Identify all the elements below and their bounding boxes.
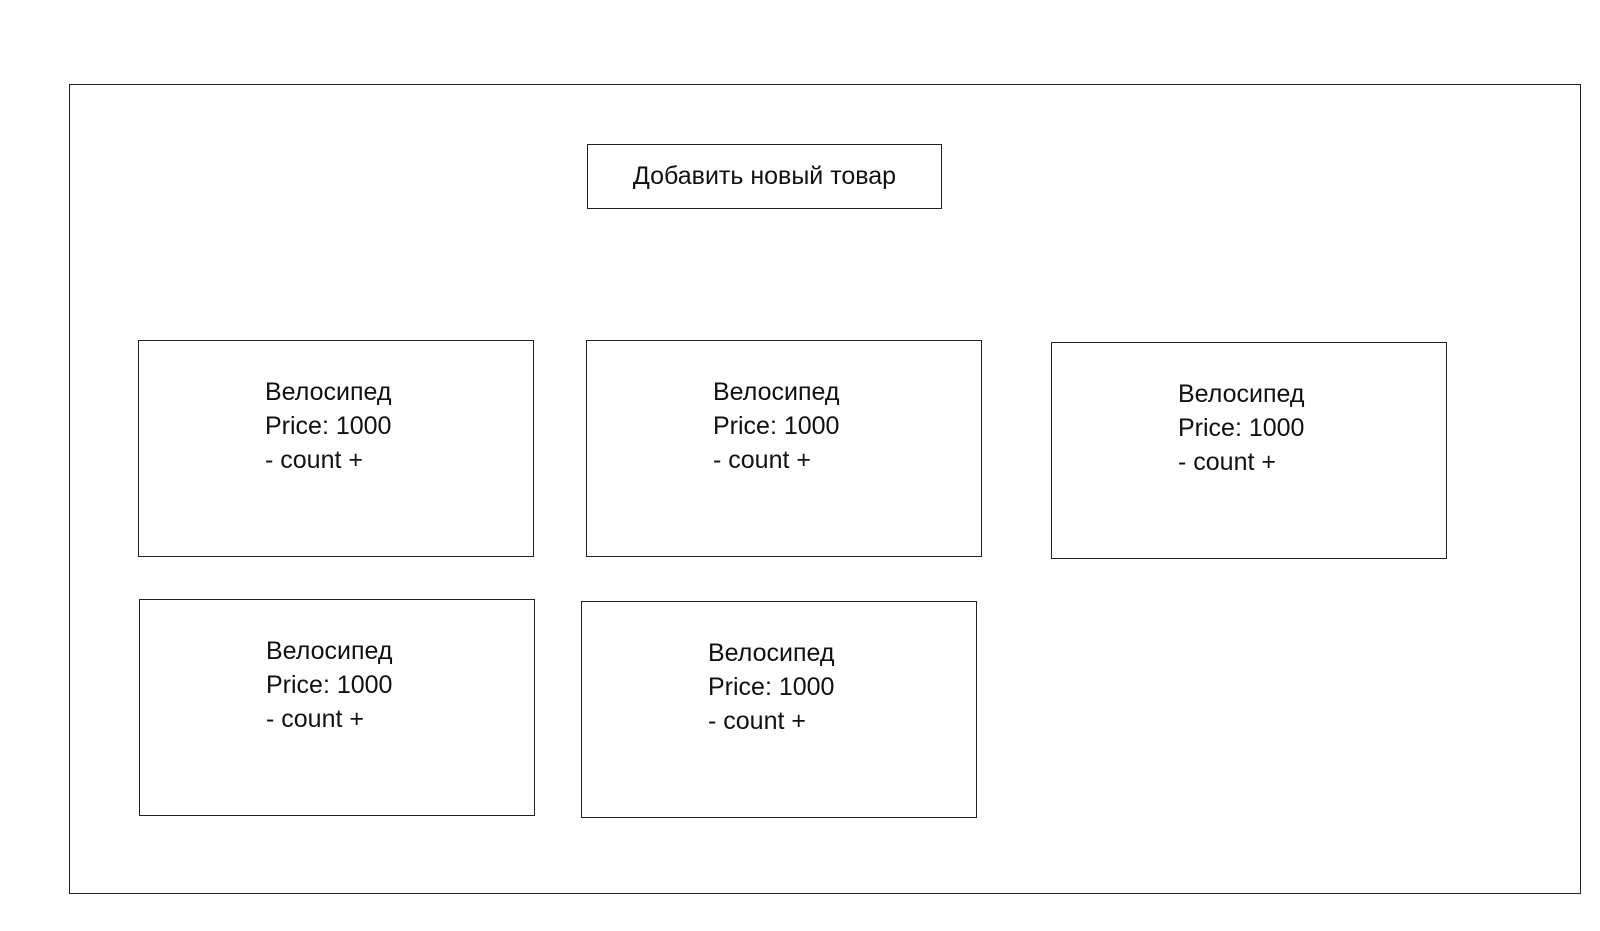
- product-card-content: Велосипед Price: 1000 - count +: [708, 636, 834, 738]
- quantity-counter: - count +: [266, 702, 392, 736]
- count-label: count: [280, 446, 342, 474]
- product-price: Price: 1000: [266, 671, 393, 699]
- decrement-button[interactable]: -: [713, 446, 721, 474]
- product-price: Price: 1000: [713, 412, 840, 440]
- increment-button[interactable]: +: [349, 705, 364, 733]
- quantity-counter: - count +: [708, 704, 834, 738]
- product-price: Price: 1000: [1178, 414, 1305, 442]
- product-price: Price: 1000: [265, 412, 392, 440]
- count-label: count: [728, 446, 790, 474]
- add-product-button[interactable]: Добавить новый товар: [587, 144, 942, 209]
- product-card: Велосипед Price: 1000 - count +: [581, 601, 977, 818]
- decrement-button[interactable]: -: [265, 446, 273, 474]
- quantity-counter: - count +: [1178, 445, 1304, 479]
- product-card: Велосипед Price: 1000 - count +: [1051, 342, 1447, 559]
- increment-button[interactable]: +: [791, 707, 806, 735]
- count-label: count: [281, 705, 343, 733]
- product-card: Велосипед Price: 1000 - count +: [586, 340, 982, 557]
- quantity-counter: - count +: [265, 443, 391, 477]
- increment-button[interactable]: +: [1261, 448, 1276, 476]
- product-card-content: Велосипед Price: 1000 - count +: [265, 375, 391, 477]
- decrement-button[interactable]: -: [708, 707, 716, 735]
- count-label: count: [723, 707, 785, 735]
- quantity-counter: - count +: [713, 443, 839, 477]
- increment-button[interactable]: +: [796, 446, 811, 474]
- product-name: Велосипед: [708, 639, 835, 667]
- decrement-button[interactable]: -: [1178, 448, 1186, 476]
- product-card-content: Велосипед Price: 1000 - count +: [266, 634, 392, 736]
- product-card-content: Велосипед Price: 1000 - count +: [1178, 377, 1304, 479]
- product-card-content: Велосипед Price: 1000 - count +: [713, 375, 839, 477]
- product-name: Велосипед: [266, 637, 393, 665]
- product-name: Велосипед: [713, 378, 840, 406]
- count-label: count: [1193, 448, 1255, 476]
- product-card: Велосипед Price: 1000 - count +: [138, 340, 534, 557]
- product-name: Велосипед: [1178, 380, 1305, 408]
- product-name: Велосипед: [265, 378, 392, 406]
- decrement-button[interactable]: -: [266, 705, 274, 733]
- product-card: Велосипед Price: 1000 - count +: [139, 599, 535, 816]
- product-price: Price: 1000: [708, 673, 835, 701]
- increment-button[interactable]: +: [348, 446, 363, 474]
